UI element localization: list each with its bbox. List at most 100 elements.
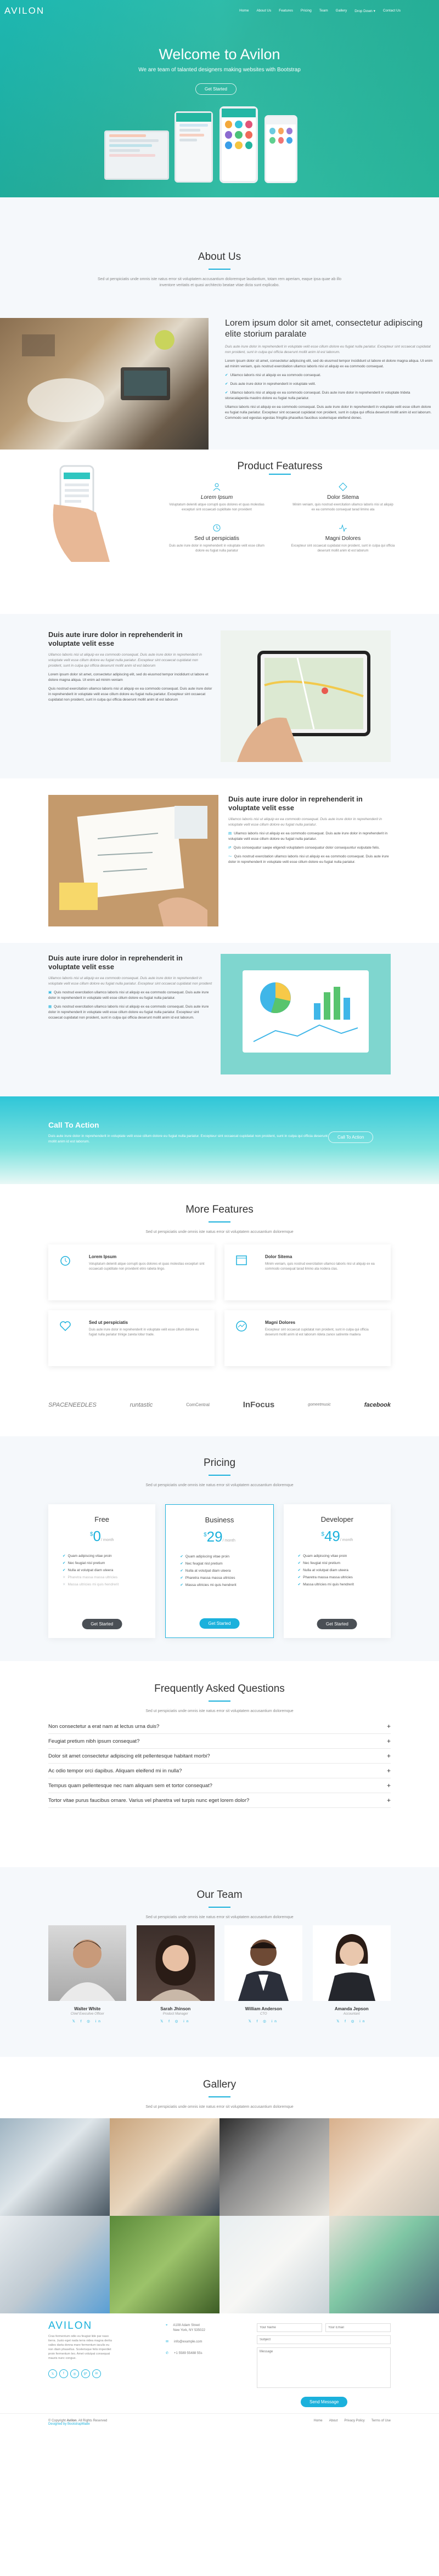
plan-get-started-button[interactable]: Get Started (317, 1619, 357, 1629)
faq-question[interactable]: Non consectetur a erat nam at lectus urn… (48, 1719, 391, 1734)
team-members: Walter White Chief Executive Officer 𝕏 f… (48, 1925, 391, 2023)
gallery-image[interactable] (110, 2216, 219, 2313)
about-lead: Sed ut perspiciatis unde omnis iste natu… (98, 277, 341, 287)
plus-icon: + (386, 1767, 391, 1775)
message-field[interactable] (257, 2347, 391, 2388)
member-social-icons[interactable]: 𝕏 f ◎ in (313, 2019, 391, 2023)
plan-features: ✔ Quam adipiscing vitae proin ✔ Nec feugiat… (166, 1545, 273, 1589)
faq-question[interactable]: Dolor sit amet consectetur adipiscing el… (48, 1749, 391, 1764)
footer-links: Home About Privacy Policy Terms of Use (314, 2419, 391, 2423)
about-check-1: ✔ Ullamco laboris nisi ut aliquip ex ea c… (225, 373, 321, 377)
gallery-image[interactable] (0, 2216, 110, 2313)
plan-feature: ✔ Quam adipiscing vitae proin (180, 1555, 229, 1559)
footer-logo[interactable]: AVILON (48, 2320, 92, 2332)
advanced-feature-3: Duis aute irure dolor in reprehenderit i… (0, 943, 439, 1096)
about-title: About Us (198, 251, 241, 263)
footer-link-privacy[interactable]: Privacy Policy (344, 2419, 364, 2423)
get-started-button[interactable]: Get Started (195, 83, 237, 95)
plus-icon: + (386, 1752, 391, 1760)
plan-feature: ✔ Nulla at volutpat diam uteera (63, 1568, 114, 1572)
footer-about: Cras fermentum odio eu feugiat lide par … (48, 2335, 112, 2360)
adv-row: 〜 Quis nostrud exercitation ullamco labor… (228, 855, 389, 864)
advanced-title: Duis aute irure dolor in reprehenderit i… (48, 630, 183, 647)
client-logos: SPACENEEDLES runtastic ComCentral InFocu… (48, 1400, 391, 1409)
feature-card: Lorem Ipsum Voluptatum deleniti atque co… (48, 1244, 215, 1300)
team-member: Walter White Chief Executive Officer 𝕏 f… (48, 1925, 127, 2023)
nav-features[interactable]: Features (279, 9, 293, 13)
send-message-button[interactable]: Send Message (301, 2397, 348, 2407)
phone-in-hand-image (49, 460, 115, 565)
gallery-grid (0, 2118, 439, 2313)
client-logo: ComCentral (186, 1402, 210, 1407)
location-icon: ⌖ (166, 2324, 168, 2327)
name-field[interactable] (257, 2323, 322, 2332)
team-member: Amanda Jepson Accountant 𝕏 f ◎ in (312, 1925, 391, 2023)
footer-contact: ⌖ A108 Adam Street New York, NY 535022 ✉ in… (166, 2323, 232, 2363)
gallery-lead: Sed ut perspiciatis unde omnis iste natu… (145, 2105, 294, 2109)
advanced-text: Duis aute irure dolor in reprehenderit i… (48, 954, 212, 1020)
linkedin-icon[interactable]: in (92, 2369, 101, 2378)
phone-mockup-grid (219, 106, 258, 183)
cta-button[interactable]: Call To Action (328, 1131, 374, 1143)
nav-team[interactable]: Team (319, 9, 328, 13)
about-heading: Lorem ipsum dolor sit amet, consectetur … (225, 319, 423, 339)
footer-link-about[interactable]: About (329, 2419, 338, 2423)
about-intro: Duis aute irure dolor in reprehenderit i… (225, 345, 431, 354)
nav-pricing[interactable]: Pricing (301, 9, 312, 13)
plan-get-started-button[interactable]: Get Started (199, 1618, 240, 1629)
twitter-icon[interactable]: 𝕏 (48, 2369, 57, 2378)
instagram-icon[interactable]: ◎ (70, 2369, 79, 2378)
nav-about[interactable]: About Us (256, 9, 271, 13)
plan-feature: ✔ Quam adipiscing vitae proin (63, 1554, 112, 1558)
member-photo (48, 1925, 127, 2001)
faq-question[interactable]: Feugiat pretium nibh ipsum consequat? + (48, 1734, 391, 1749)
nav-dropdown[interactable]: Drop Down ▾ (354, 9, 375, 13)
email-row: ✉ info@example.com (166, 2340, 202, 2344)
gallery-image[interactable] (329, 2118, 439, 2216)
gallery-image[interactable] (219, 2118, 329, 2216)
plan-feature: ✔ Nulla at volutpat diam uteera (297, 1568, 348, 1572)
member-social-icons[interactable]: 𝕏 f ◎ in (224, 2019, 303, 2023)
check-icon: ✔ (297, 1568, 301, 1572)
faq-question[interactable]: Tempus quam pellentesque nec nam aliquam… (48, 1778, 391, 1793)
gallery-image[interactable] (329, 2216, 439, 2313)
gallery-image[interactable] (219, 2216, 329, 2313)
footer-section: AVILON Cras fermentum odio eu feugiat li… (0, 2315, 439, 2433)
adv-row: ▤ Ullamco laboris nisi ut aliquip ex ea c… (228, 832, 388, 841)
email-field[interactable] (325, 2323, 391, 2332)
check-icon: ✔ (63, 1554, 66, 1558)
footer-link-terms[interactable]: Terms of Use (372, 2419, 391, 2423)
adv-row: ▦ Quis nostrud exercitation ullamco labor… (48, 1005, 209, 1020)
columns-icon: ▤ (228, 832, 232, 835)
gallery-image[interactable] (0, 2118, 110, 2216)
chart-line-icon (236, 1321, 247, 1332)
subject-field[interactable] (257, 2335, 391, 2344)
plan-feature: ✔ Pharetra massa massa ultricies (180, 1576, 235, 1580)
facebook-icon[interactable]: f (59, 2369, 68, 2378)
credit-link[interactable]: Designed by BootstrapMade (48, 2423, 90, 2426)
faq-question[interactable]: Ac odio tempor orci dapibus. Aliquam ele… (48, 1764, 391, 1778)
nav-home[interactable]: Home (239, 9, 249, 13)
google-plus-icon[interactable]: g+ (81, 2369, 90, 2378)
gallery-image[interactable] (110, 2118, 219, 2216)
pricing-lead: Sed ut perspiciatis unde omnis iste natu… (145, 1483, 294, 1487)
plan-get-started-button[interactable]: Get Started (82, 1619, 122, 1629)
title-underline (209, 269, 230, 270)
team-title: Our Team (196, 1889, 243, 1901)
share-icon: ⇄ (228, 846, 232, 850)
clients-section: SPACENEEDLES runtastic ComCentral InFocu… (0, 1387, 439, 1436)
more-features-title: More Features (185, 1204, 254, 1215)
check-icon: ✔ (225, 373, 228, 377)
member-social-icons[interactable]: 𝕏 f ◎ in (137, 2019, 215, 2023)
member-social-icons[interactable]: 𝕏 f ◎ in (48, 2019, 127, 2023)
footer-link-home[interactable]: Home (314, 2419, 323, 2423)
advanced-title: Duis aute irure dolor in reprehenderit i… (48, 954, 183, 971)
nav-contact[interactable]: Contact Us (383, 9, 401, 13)
logo[interactable]: AVILON (4, 5, 44, 16)
nav-gallery[interactable]: Gallery (336, 9, 347, 13)
copyright: © Copyright Avilon. All Rights Reserved … (48, 2419, 108, 2426)
hero-section: AVILON Home About Us Features Pricing Te… (0, 0, 439, 197)
member-photo (312, 1925, 391, 2001)
pricing-section: Pricing Sed ut perspiciatis unde omnis i… (0, 1436, 439, 1661)
faq-question[interactable]: Tortor vitae purus faucibus ornare. Vari… (48, 1793, 391, 1808)
